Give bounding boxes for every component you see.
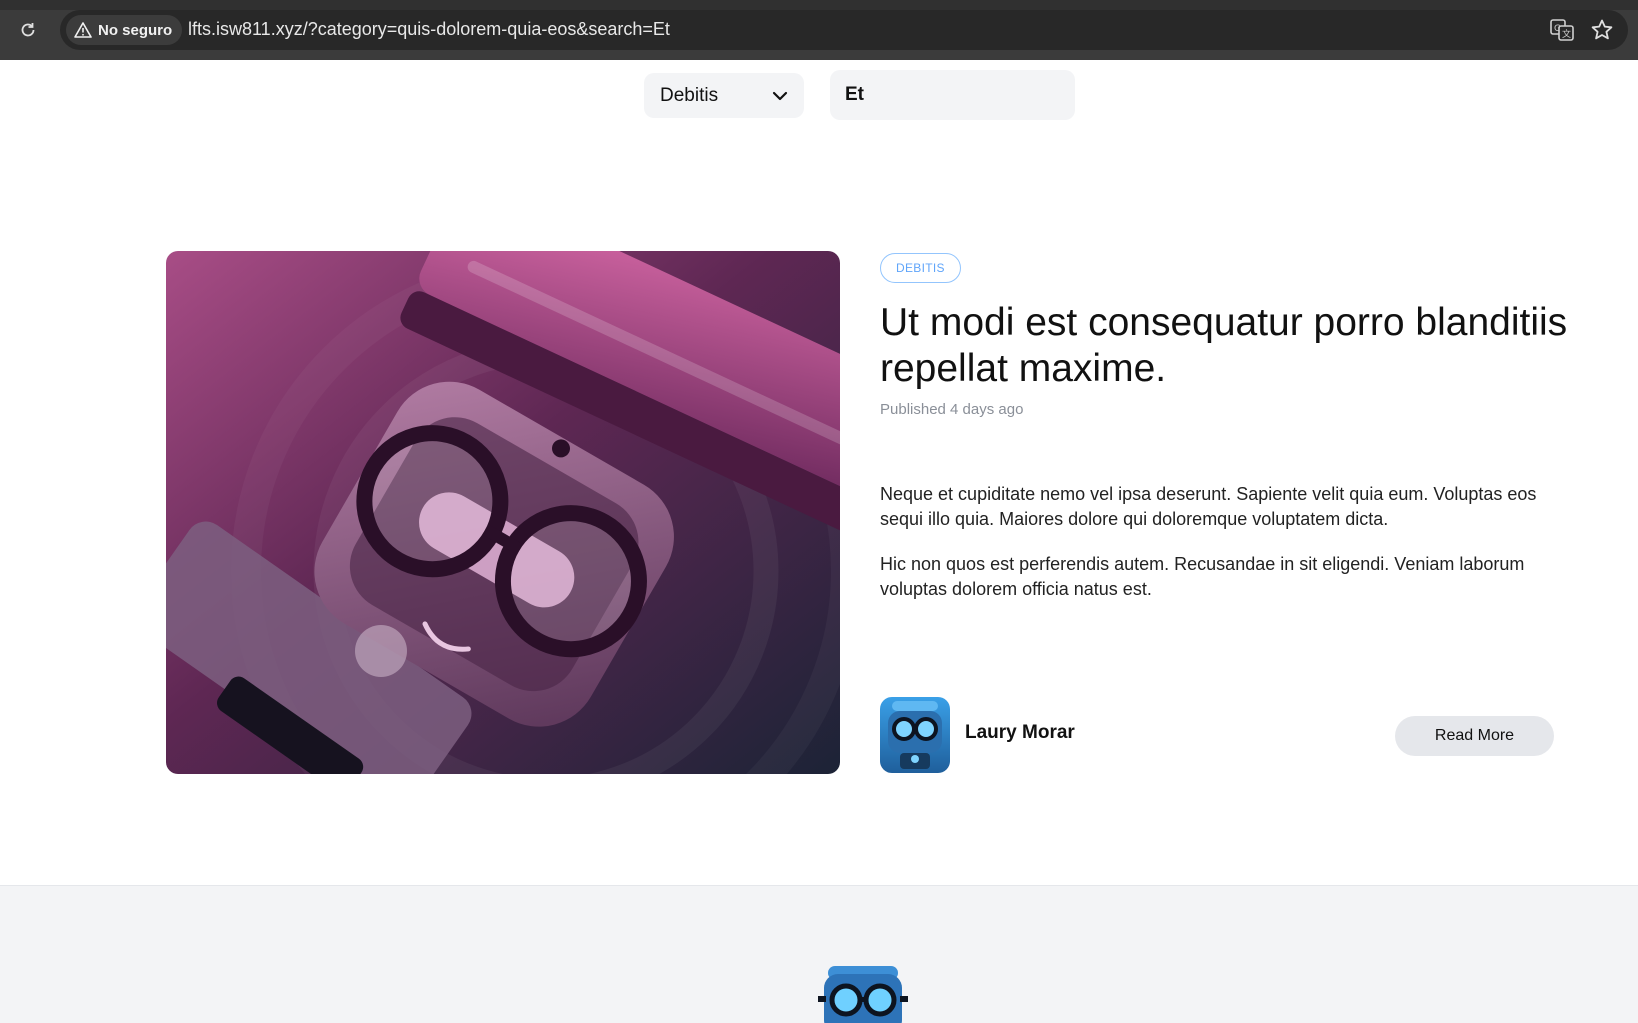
translate-icon[interactable]: G 文 — [1550, 19, 1574, 41]
post-title[interactable]: Ut modi est consequatur porro blanditiis… — [880, 300, 1580, 392]
category-tag[interactable]: DEBITIS — [880, 253, 961, 283]
security-label: No seguro — [98, 21, 173, 39]
chevron-down-icon — [772, 91, 788, 100]
warning-icon — [74, 22, 92, 38]
author-name: Laury Morar — [965, 722, 1075, 743]
browser-toolbar: No seguro lfts.isw811.xyz/?category=quis… — [0, 0, 1638, 60]
svg-text:文: 文 — [1562, 28, 1571, 40]
address-bar[interactable]: No seguro lfts.isw811.xyz/?category=quis… — [60, 10, 1628, 50]
robot-illustration — [166, 251, 840, 774]
reload-button[interactable] — [10, 14, 46, 46]
read-more-button[interactable]: Read More — [1395, 716, 1554, 756]
excerpt-paragraph: Hic non quos est perferendis autem. Recu… — [880, 554, 1525, 599]
category-dropdown-value: Debitis — [660, 84, 719, 106]
post-excerpt: Neque et cupiditate nemo vel ipsa deseru… — [880, 482, 1560, 622]
tab-strip — [0, 0, 1638, 10]
search-input[interactable] — [830, 70, 1075, 120]
security-indicator[interactable]: No seguro — [66, 15, 183, 45]
avatar — [880, 697, 950, 773]
star-icon[interactable] — [1590, 18, 1614, 42]
excerpt-paragraph: Neque et cupiditate nemo vel ipsa deseru… — [880, 484, 1537, 529]
url-text[interactable]: lfts.isw811.xyz/?category=quis-dolorem-q… — [188, 19, 670, 40]
post-thumbnail[interactable] — [166, 251, 840, 774]
footer-logo — [818, 966, 908, 1023]
category-dropdown[interactable]: Debitis — [644, 73, 804, 118]
published-date: Published 4 days ago — [880, 401, 1024, 418]
reload-icon — [21, 23, 35, 37]
